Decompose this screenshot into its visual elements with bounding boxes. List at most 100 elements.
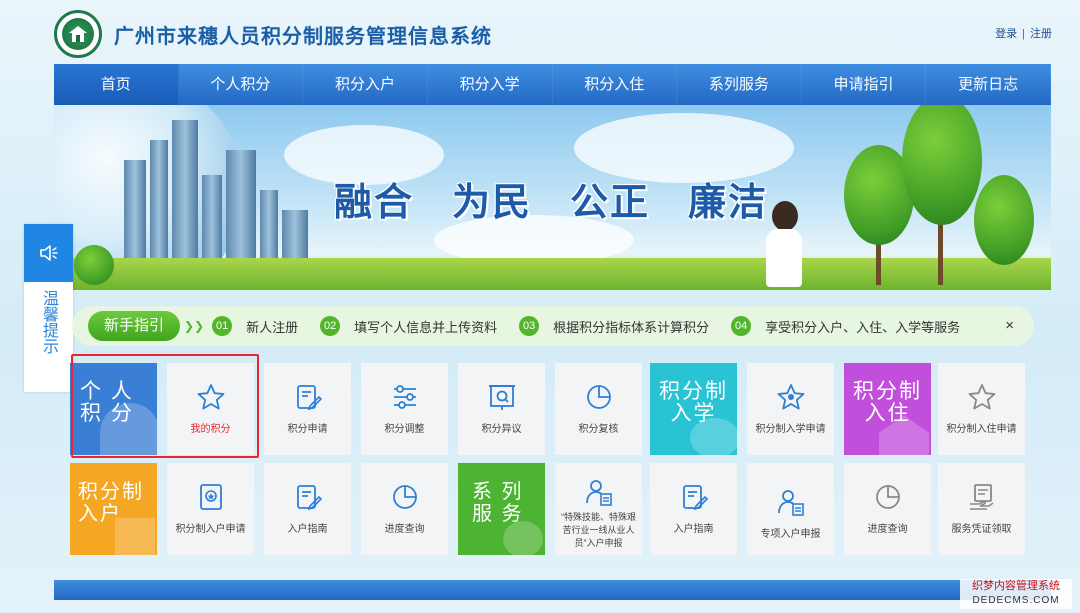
tile-points-review[interactable]: 积分复核 bbox=[555, 363, 642, 455]
tile-label: 积分制入学申请 bbox=[755, 424, 826, 435]
tile-label: 入户指南 bbox=[287, 524, 328, 535]
guide-step: 04 享受积分入户、入住、入学等服务 bbox=[731, 316, 960, 336]
tile-label: 积分制入户申请 bbox=[175, 524, 246, 535]
step-number: 01 bbox=[212, 316, 233, 336]
pie-chart-icon bbox=[582, 380, 616, 414]
guide-title: 新手指引 bbox=[88, 311, 181, 341]
tile-label: 积分制入住申请 bbox=[946, 424, 1017, 435]
feature-series-services[interactable]: 系 列 服 务 bbox=[458, 463, 545, 555]
slogan-word: 廉洁 bbox=[688, 179, 769, 224]
watermark-line: DEDECMS.COM bbox=[972, 595, 1060, 606]
warm-tips-float[interactable]: 温馨提示 bbox=[24, 224, 73, 392]
tile-label: 积分申请 bbox=[287, 424, 328, 435]
tile-label: 积分调整 bbox=[384, 424, 425, 435]
certificate-icon bbox=[194, 480, 228, 514]
feature-label: 积分制 入学 bbox=[659, 380, 728, 425]
tile-label: 积分复核 bbox=[578, 424, 619, 435]
person-document-icon bbox=[774, 485, 808, 519]
auth-separator: | bbox=[1022, 28, 1025, 40]
edit-document-icon bbox=[677, 480, 711, 514]
tree-graphic bbox=[74, 245, 114, 285]
feature-points-hukou[interactable]: 积分制 入户 bbox=[70, 463, 157, 555]
feature-points-housing[interactable]: 积分制 入住 bbox=[844, 363, 931, 455]
feature-points-school[interactable]: 积分制 入学 bbox=[650, 363, 737, 455]
nav-item-series-services[interactable]: 系列服务 bbox=[677, 64, 802, 105]
star-outline-icon bbox=[965, 380, 999, 414]
tile-school-apply[interactable]: 积分制入学申请 bbox=[747, 363, 834, 455]
newbie-guide-bar: 新手指引 ❯❯ 01 新人注册 02 填写个人信息并上传资料 03 根据积分指标… bbox=[72, 306, 1034, 346]
girl-graphic bbox=[766, 229, 802, 287]
step-number: 04 bbox=[731, 316, 752, 336]
tile-special-workers[interactable]: “特殊技能、特殊艰苦行业一线从业人员”入户申报 bbox=[555, 463, 642, 555]
guide-step: 01 新人注册 bbox=[212, 316, 298, 336]
nav-item-points-hukou[interactable]: 积分入户 bbox=[303, 64, 428, 105]
tile-points-objection[interactable]: 积分异议 bbox=[458, 363, 545, 455]
tile-label: 入户指南 bbox=[673, 524, 714, 535]
login-link[interactable]: 登录 bbox=[995, 28, 1017, 40]
site-title: 广州市来穗人员积分制服务管理信息系统 bbox=[114, 26, 492, 48]
header: 广州市来穗人员积分制服务管理信息系统 登录 | 注册 bbox=[0, 0, 1080, 64]
step-number: 02 bbox=[320, 316, 341, 336]
edit-document-icon bbox=[291, 380, 325, 414]
edit-document-icon bbox=[291, 480, 325, 514]
building-graphic bbox=[124, 160, 146, 270]
nav-item-changelog[interactable]: 更新日志 bbox=[926, 64, 1051, 105]
tile-label: 进度查询 bbox=[867, 524, 908, 535]
tile-certificate-pickup[interactable]: 服务凭证领取 bbox=[938, 463, 1025, 555]
close-icon[interactable]: × bbox=[1005, 317, 1014, 334]
banner-slogan: 融合 为民 公正 廉洁 bbox=[334, 171, 806, 226]
double-chevron-icon: ❯❯ bbox=[184, 319, 205, 333]
step-label: 填写个人信息并上传资料 bbox=[354, 319, 498, 335]
slogan-word: 公正 bbox=[570, 179, 651, 224]
tree-graphic bbox=[902, 105, 982, 225]
building-graphic bbox=[226, 150, 256, 270]
feature-label: 积分制 入住 bbox=[853, 380, 922, 425]
person-document-icon bbox=[582, 475, 616, 509]
slogan-word: 融合 bbox=[334, 179, 415, 224]
main-nav: 首页 个人积分 积分入户 积分入学 积分入住 系列服务 申请指引 更新日志 bbox=[54, 64, 1051, 105]
hero-banner: 融合 为民 公正 廉洁 bbox=[54, 105, 1051, 290]
tile-label: 服务凭证领取 bbox=[951, 524, 1012, 535]
search-document-icon bbox=[485, 380, 519, 414]
tile-points-adjust[interactable]: 积分调整 bbox=[361, 363, 448, 455]
slogan-word: 为民 bbox=[452, 179, 533, 224]
guide-step: 03 根据积分指标体系计算积分 bbox=[519, 316, 709, 336]
nav-item-personal-points[interactable]: 个人积分 bbox=[179, 64, 304, 105]
step-label: 享受积分入户、入住、入学等服务 bbox=[765, 319, 961, 335]
nav-item-points-housing[interactable]: 积分入住 bbox=[553, 64, 678, 105]
warm-tips-label: 温馨提示 bbox=[40, 290, 57, 354]
tile-housing-apply[interactable]: 积分制入住申请 bbox=[938, 363, 1025, 455]
pie-chart-icon bbox=[871, 480, 905, 514]
step-number: 03 bbox=[519, 316, 540, 336]
speaker-icon[interactable] bbox=[24, 224, 73, 282]
watermark: 织梦内容管理系统 DEDECMS.COM bbox=[960, 579, 1072, 609]
step-label: 新人注册 bbox=[246, 319, 299, 335]
building-graphic bbox=[150, 140, 168, 270]
footer-bar bbox=[54, 580, 1051, 600]
tile-hukou-guide-2[interactable]: 入户指南 bbox=[650, 463, 737, 555]
nav-item-home[interactable]: 首页 bbox=[54, 64, 179, 105]
register-link[interactable]: 注册 bbox=[1030, 28, 1052, 40]
nav-item-points-school[interactable]: 积分入学 bbox=[428, 64, 553, 105]
building-graphic bbox=[172, 120, 198, 270]
feature-label: 系 列 服 务 bbox=[472, 481, 524, 525]
watermark-line: 织梦内容管理系统 bbox=[972, 580, 1060, 592]
tile-progress-query-2[interactable]: 进度查询 bbox=[844, 463, 931, 555]
tile-progress-query[interactable]: 进度查询 bbox=[361, 463, 448, 555]
tile-label: 积分异议 bbox=[481, 424, 522, 435]
guide-step: 02 填写个人信息并上传资料 bbox=[320, 316, 497, 336]
nav-item-application-guide[interactable]: 申请指引 bbox=[802, 64, 927, 105]
pie-chart-icon bbox=[388, 480, 422, 514]
logo-emblem-icon bbox=[62, 18, 94, 50]
tree-graphic bbox=[974, 175, 1034, 265]
sliders-icon bbox=[388, 380, 422, 414]
tile-hukou-apply[interactable]: 积分制入户申请 bbox=[167, 463, 254, 555]
tile-special-apply[interactable]: 专项入户申报 bbox=[747, 463, 834, 555]
clover-decor-icon bbox=[503, 521, 543, 555]
tile-hukou-guide[interactable]: 入户指南 bbox=[264, 463, 351, 555]
tile-label: “特殊技能、特殊艰苦行业一线从业人员”入户申报 bbox=[561, 512, 636, 548]
building-graphic bbox=[202, 175, 222, 270]
step-label: 根据积分指标体系计算积分 bbox=[553, 319, 710, 335]
tile-points-apply[interactable]: 积分申请 bbox=[264, 363, 351, 455]
grass-graphic bbox=[54, 258, 1051, 290]
